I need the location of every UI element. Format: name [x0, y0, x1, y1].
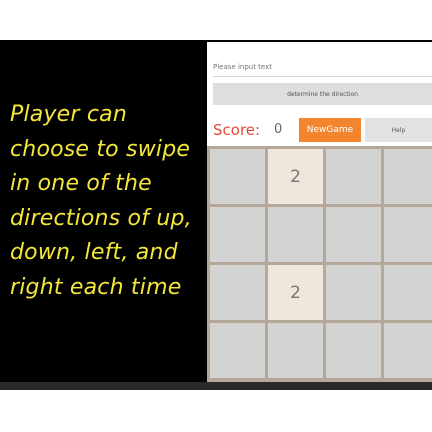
- caption-line: choose to swipe: [10, 136, 191, 162]
- text-input[interactable]: [213, 57, 432, 77]
- text-input-container: [213, 54, 432, 77]
- board-cell: [268, 323, 323, 378]
- caption-line: right each time: [10, 274, 182, 300]
- board-cell: [384, 149, 432, 204]
- board-cell: [384, 265, 432, 320]
- help-button[interactable]: Help: [365, 118, 432, 142]
- score-value: 0: [274, 122, 283, 137]
- board-cell: 2: [268, 265, 323, 320]
- caption-line: Player can: [10, 102, 127, 127]
- board-cell: [210, 323, 265, 378]
- score-label: Score:: [213, 121, 261, 139]
- board-cell: [326, 207, 381, 262]
- determine-direction-button[interactable]: determine the direction: [213, 83, 432, 105]
- board-cell: 2: [268, 149, 323, 204]
- game-board[interactable]: 2 2: [207, 146, 432, 382]
- board-cell: [384, 323, 432, 378]
- board-cell: [326, 323, 381, 378]
- new-game-button[interactable]: NewGame: [299, 118, 361, 142]
- bottom-bar: [0, 382, 432, 390]
- caption-line: down, left, and: [10, 240, 178, 265]
- game-app-screen: determine the direction Score: 0 NewGame…: [207, 42, 432, 382]
- board-cell: [326, 149, 381, 204]
- score-toolbar: Score: 0 NewGame Help: [207, 116, 432, 144]
- caption-line: directions of up,: [10, 205, 192, 231]
- caption-line: in one of the: [10, 171, 152, 196]
- board-cell: [326, 265, 381, 320]
- board-cell: [268, 207, 323, 262]
- caption-text: Player can choose to swipe in one of the…: [10, 98, 220, 305]
- board-cell: [384, 207, 432, 262]
